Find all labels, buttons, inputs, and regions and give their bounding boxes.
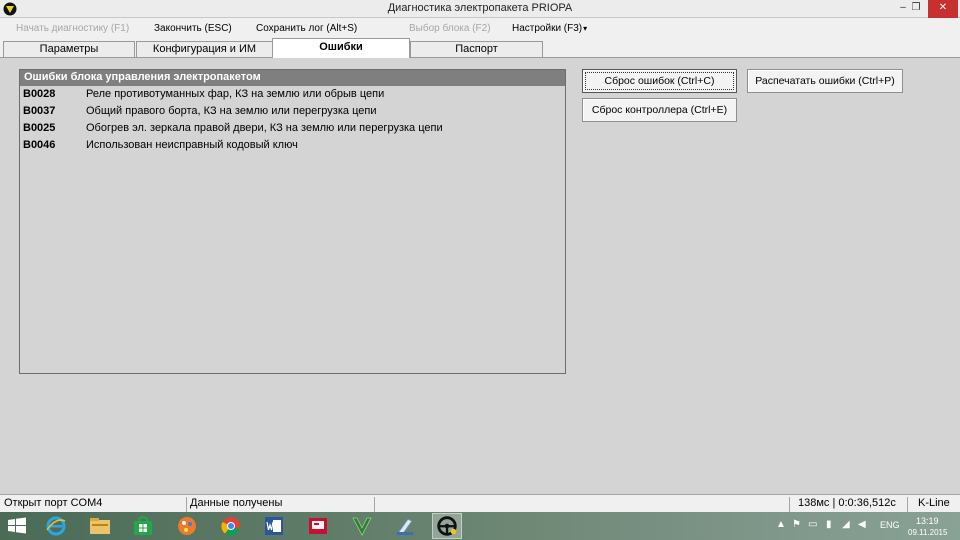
tool-app-icon[interactable] <box>393 515 417 537</box>
gta-v-icon[interactable] <box>350 515 374 537</box>
tab-parameters[interactable]: Параметры <box>3 41 135 57</box>
error-row[interactable]: B0046 Использован неисправный кодовый кл… <box>20 137 565 154</box>
chevron-down-icon: ▾ <box>583 24 588 33</box>
status-bar: Открыт порт COM4 Данные получены 138мс |… <box>0 494 960 512</box>
clock-date[interactable]: 09.11.2015 <box>908 528 947 537</box>
word-icon[interactable] <box>262 515 286 537</box>
windows-start-icon[interactable] <box>6 515 28 537</box>
taskbar: ▲ ⚑ ▭ ▮ ◢ ◀ ENG 13:19 09.11.2015 <box>0 512 960 540</box>
error-row[interactable]: B0025 Обогрев эл. зеркала правой двери, … <box>20 120 565 137</box>
status-protocol: K-Line <box>918 497 950 509</box>
language-indicator[interactable]: ENG <box>880 520 900 530</box>
menu-settings[interactable]: Настройки (F3)▾ <box>512 23 587 34</box>
print-errors-button[interactable]: Распечатать ошибки (Ctrl+P) <box>747 69 903 93</box>
errors-list-header: Ошибки блока управления электропакетом <box>20 70 565 86</box>
chrome-icon[interactable] <box>219 515 243 537</box>
status-data: Данные получены <box>186 497 375 512</box>
presentation-app-icon[interactable] <box>306 515 330 537</box>
steering-wheel-diag-icon[interactable] <box>432 513 462 539</box>
chevron-up-icon[interactable]: ▲ <box>776 520 786 530</box>
status-port: Открыт порт COM4 <box>0 497 187 512</box>
menu-settings-label: Настройки (F3) <box>512 23 583 34</box>
error-code: B0025 <box>23 122 56 134</box>
network-icon[interactable]: ◢ <box>842 520 850 530</box>
menu-bar: Начать диагностику (F1) Закончить (ESC) … <box>0 18 960 40</box>
reset-errors-button[interactable]: Сброс ошибок (Ctrl+C) <box>582 69 737 93</box>
flag-icon[interactable]: ⚑ <box>792 520 801 530</box>
menu-select-block[interactable]: Выбор блока (F2) <box>409 23 491 34</box>
error-description: Общий правого борта, КЗ на землю или пер… <box>86 105 377 117</box>
reset-controller-button[interactable]: Сброс контроллера (Ctrl+E) <box>582 98 737 122</box>
tab-strip: Параметры Конфигурация и ИМ Ошибки Паспо… <box>0 38 960 58</box>
error-row[interactable]: B0028 Реле противотуманных фар, КЗ на зе… <box>20 86 565 103</box>
status-spacer <box>375 497 790 512</box>
internet-explorer-icon[interactable] <box>44 515 68 537</box>
menu-start-diagnostics[interactable]: Начать диагностику (F1) <box>16 23 129 34</box>
error-code: B0046 <box>23 139 56 151</box>
file-explorer-icon[interactable] <box>88 515 112 537</box>
errors-list[interactable]: Ошибки блока управления электропакетом B… <box>19 69 566 374</box>
clock-time[interactable]: 13:19 <box>916 516 939 526</box>
error-code: B0028 <box>23 88 56 100</box>
error-description: Реле противотуманных фар, КЗ на землю ил… <box>86 88 385 100</box>
windows-store-icon[interactable] <box>131 515 155 537</box>
error-description: Использован неисправный кодовый ключ <box>86 139 298 151</box>
battery-icon[interactable]: ▮ <box>826 520 832 530</box>
window-title: Диагностика электропакета PRIOPA <box>387 2 573 14</box>
status-timing: 138мс | 0:0:36,512c <box>790 497 908 512</box>
error-description: Обогрев эл. зеркала правой двери, КЗ на … <box>86 122 443 134</box>
volume-icon[interactable]: ◀ <box>858 520 866 530</box>
tab-errors[interactable]: Ошибки <box>272 38 410 58</box>
paint-app-icon[interactable] <box>175 515 199 537</box>
menu-finish[interactable]: Закончить (ESC) <box>154 23 232 34</box>
tab-passport[interactable]: Паспорт <box>410 41 543 57</box>
close-button[interactable]: ✕ <box>928 0 958 18</box>
tab-configuration[interactable]: Конфигурация и ИМ <box>136 41 273 57</box>
display-icon[interactable]: ▭ <box>808 520 817 530</box>
menu-save-log[interactable]: Сохранить лог (Alt+S) <box>256 23 357 34</box>
title-bar: Диагностика электропакета PRIOPA – ❐ ✕ <box>0 0 960 18</box>
error-row[interactable]: B0037 Общий правого борта, КЗ на землю и… <box>20 103 565 120</box>
restore-button[interactable]: ❐ <box>905 0 927 18</box>
error-code: B0037 <box>23 105 56 117</box>
